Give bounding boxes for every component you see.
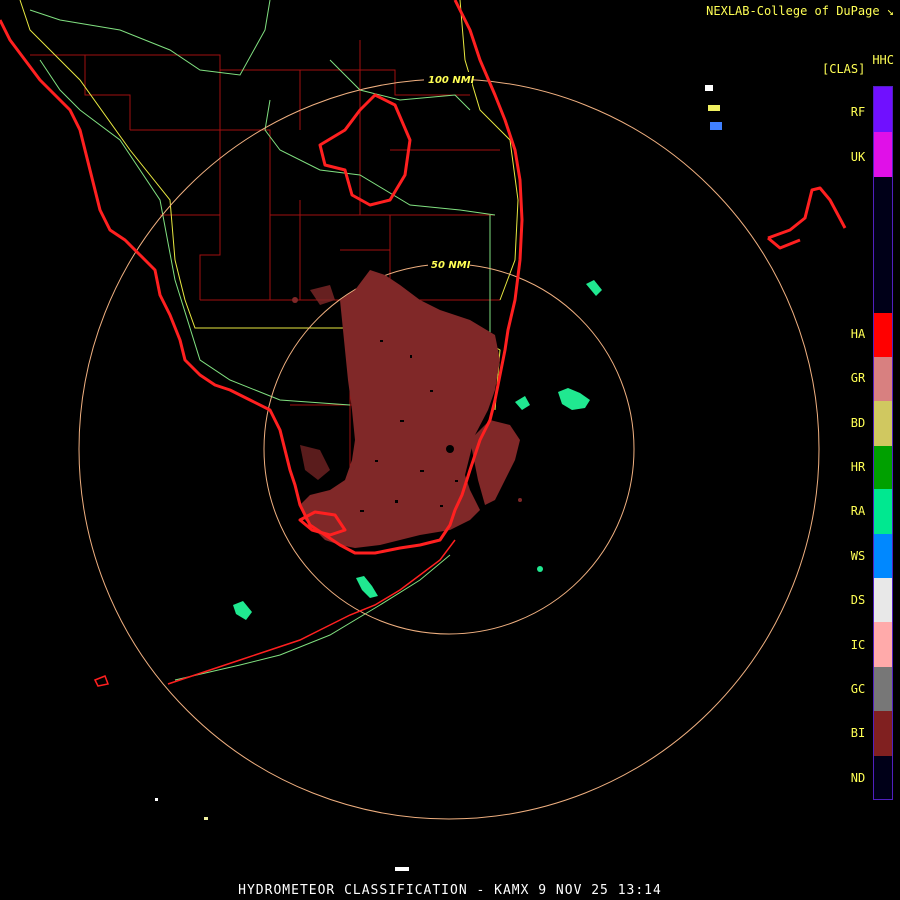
ring-label-100nmi: 100 NMI	[428, 75, 475, 86]
legend-swatch-bi	[874, 711, 892, 756]
legend-swatch-rf	[874, 87, 892, 132]
legend-swatch-uk	[874, 132, 892, 177]
legend-label-ha: HA	[850, 327, 866, 341]
legend-label-ds: DS	[850, 593, 866, 607]
product-code: HHC	[872, 53, 894, 67]
legend-swatch-hr	[874, 446, 892, 489]
legend-label-ws: WS	[850, 549, 866, 563]
legend-label-ra: RA	[850, 504, 866, 518]
legend-swatch-gc	[874, 667, 892, 711]
legend-swatch-ic	[874, 622, 892, 667]
classification-legend	[873, 86, 893, 800]
legend-swatch-ra	[874, 489, 892, 534]
ring-label-50nmi: 50 NMI	[431, 260, 471, 271]
legend-swatch-ws	[874, 534, 892, 578]
legend-label-bi: BI	[850, 726, 866, 740]
legend-swatch-ds	[874, 578, 892, 622]
credit-text: NEXLAB-College of DuPage ↘	[706, 4, 894, 18]
legend-label-gr: GR	[850, 371, 866, 385]
legend-label-bd: BD	[850, 416, 866, 430]
legend-swatch-bd	[874, 401, 892, 446]
product-units: [CLAS]	[822, 62, 866, 76]
legend-swatch-gr	[874, 357, 892, 401]
echo-biological	[292, 270, 522, 548]
legend-label-nd: ND	[850, 771, 866, 785]
legend-label-ic: IC	[850, 638, 866, 652]
keys-coastline	[93, 539, 456, 687]
legend-label-uk: UK	[850, 150, 866, 164]
legend-swatch-ha	[874, 313, 892, 357]
product-title: HYDROMETEOR CLASSIFICATION - KAMX 9 NOV …	[238, 883, 662, 898]
legend-label-gc: GC	[850, 682, 866, 696]
radar-map: 100 NMI 50 NMI	[0, 0, 847, 871]
legend-label-rf: RF	[850, 105, 866, 119]
legend-label-hr: HR	[850, 460, 866, 474]
